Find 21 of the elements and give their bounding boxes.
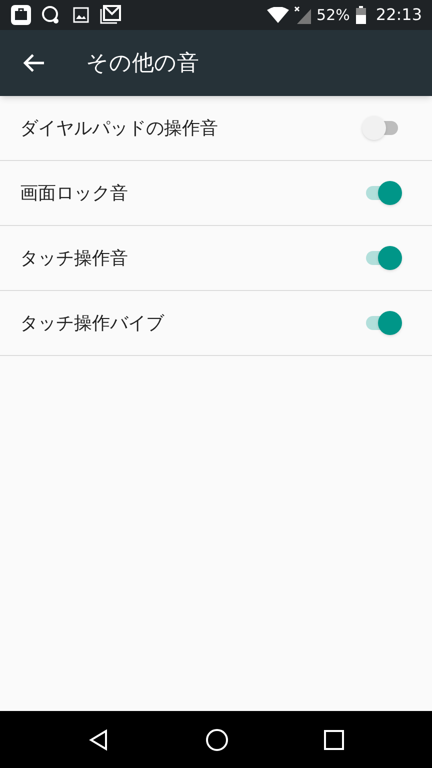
battery-icon <box>356 6 366 24</box>
triangle-icon <box>88 728 110 750</box>
chat-bubble-icon <box>41 5 61 25</box>
recents-nav-button[interactable] <box>324 730 344 750</box>
square-icon <box>324 730 344 750</box>
back-arrow-icon <box>23 53 45 73</box>
setting-label: タッチ操作バイブ <box>20 312 166 336</box>
mail-icon <box>99 5 121 25</box>
setting-label: タッチ操作音 <box>20 246 129 270</box>
clock-time: 22:13 <box>376 4 422 26</box>
home-nav-button[interactable] <box>204 728 229 752</box>
back-nav-button[interactable] <box>88 728 110 750</box>
circle-icon <box>204 728 229 752</box>
wifi-icon <box>266 7 289 23</box>
setting-label: 画面ロック音 <box>20 182 129 206</box>
image-icon <box>73 7 89 23</box>
battery-percent: 52% <box>316 4 350 26</box>
screen-title: その他の音 <box>86 50 199 78</box>
signal-icon <box>292 5 313 25</box>
briefcase-icon <box>10 4 32 26</box>
setting-label: ダイヤルパッドの操作音 <box>20 116 219 140</box>
